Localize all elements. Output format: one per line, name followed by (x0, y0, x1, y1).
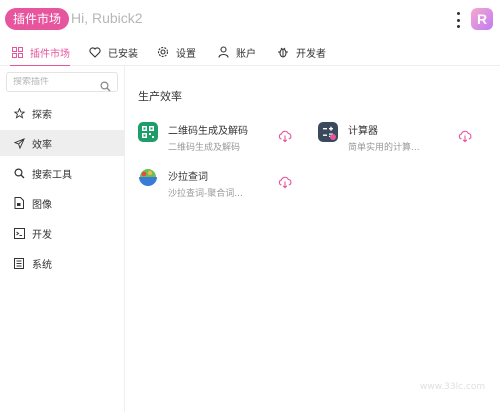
gear-icon (156, 45, 170, 59)
bug-icon (276, 45, 290, 59)
salad-icon (138, 168, 158, 188)
plugin-desc: 简单实用的计算... (348, 143, 420, 153)
sidebar-item-efficiency[interactable]: 效率 (0, 130, 124, 156)
tab-account[interactable]: 账户 (216, 38, 256, 66)
send-icon (13, 137, 25, 149)
cloud-download-icon[interactable] (278, 128, 292, 143)
search-box[interactable] (6, 72, 118, 92)
plugin-name: 计算器 (348, 126, 378, 137)
cloud-download-icon[interactable] (458, 128, 472, 143)
grid-icon (10, 45, 24, 59)
main-content: 生产效率 二维码生成及解码 二维码生成及解码 计算器 简单实用的计算... 沙拉… (126, 66, 500, 412)
greeting: Hi, Rubick2 (71, 10, 143, 26)
sidebar-item-label: 探索 (32, 109, 52, 121)
qrcode-icon (138, 122, 158, 142)
sidebar-item-develop[interactable]: 开发 (0, 220, 124, 246)
tab-label: 已安装 (108, 48, 138, 60)
app-logo[interactable]: R (471, 8, 493, 30)
download-wrap (278, 166, 294, 200)
tab-developer[interactable]: 开发者 (276, 38, 326, 66)
tab-label: 插件市场 (30, 48, 70, 60)
plugin-name: 二维码生成及解码 (168, 126, 248, 137)
search-input[interactable] (13, 77, 101, 87)
sidebar-item-system[interactable]: 系统 (0, 250, 124, 276)
search-icon (13, 167, 25, 179)
tab-bar: 插件市场 已安装 设置 账户 开发者 (0, 38, 500, 67)
download-wrap (278, 120, 294, 154)
code-icon (13, 227, 25, 239)
plugin-desc: 沙拉查词-聚合词... (168, 189, 243, 199)
plugin-desc: 二维码生成及解码 (168, 143, 241, 153)
plugin-card-qrcode[interactable]: 二维码生成及解码 二维码生成及解码 (138, 120, 298, 154)
tab-installed[interactable]: 已安装 (88, 38, 138, 66)
logo-letter: R (476, 11, 488, 27)
sidebar-item-label: 搜索工具 (32, 169, 72, 181)
plugin-card-salad[interactable]: 沙拉查词 沙拉查词-聚合词... (138, 166, 298, 200)
tab-label: 开发者 (296, 48, 326, 60)
heart-icon (88, 45, 102, 59)
more-menu-icon[interactable] (453, 10, 463, 30)
search-icon[interactable] (100, 77, 111, 92)
watermark: www.33lc.com (420, 382, 486, 392)
tab-market[interactable]: 插件市场 (10, 38, 70, 67)
sidebar: 探索 效率 搜索工具 图像 开发 系统 (0, 66, 125, 412)
brand-pill[interactable]: 插件市场 (5, 8, 70, 30)
sidebar-item-label: 系统 (32, 259, 52, 271)
file-image-icon (13, 197, 25, 209)
tab-label: 账户 (236, 48, 256, 60)
tab-settings[interactable]: 设置 (156, 38, 196, 66)
sidebar-item-explore[interactable]: 探索 (0, 100, 124, 126)
cloud-download-icon[interactable] (278, 174, 292, 189)
user-icon (216, 45, 230, 59)
list-icon (13, 257, 25, 269)
plugin-card-calculator[interactable]: 计算器 简单实用的计算... (318, 120, 458, 154)
sidebar-item-label: 开发 (32, 229, 52, 241)
sidebar-item-images[interactable]: 图像 (0, 190, 124, 216)
calculator-icon (318, 122, 338, 142)
sidebar-item-label: 图像 (32, 199, 52, 211)
star-icon (13, 107, 25, 119)
sidebar-item-search-tools[interactable]: 搜索工具 (0, 160, 124, 186)
top-bar: 插件市场 Hi, Rubick2 R (0, 0, 500, 38)
download-wrap (458, 120, 474, 154)
tab-label: 设置 (176, 48, 196, 60)
section-title: 生产效率 (138, 90, 182, 103)
plugin-name: 沙拉查词 (168, 172, 208, 183)
sidebar-item-label: 效率 (32, 139, 52, 151)
